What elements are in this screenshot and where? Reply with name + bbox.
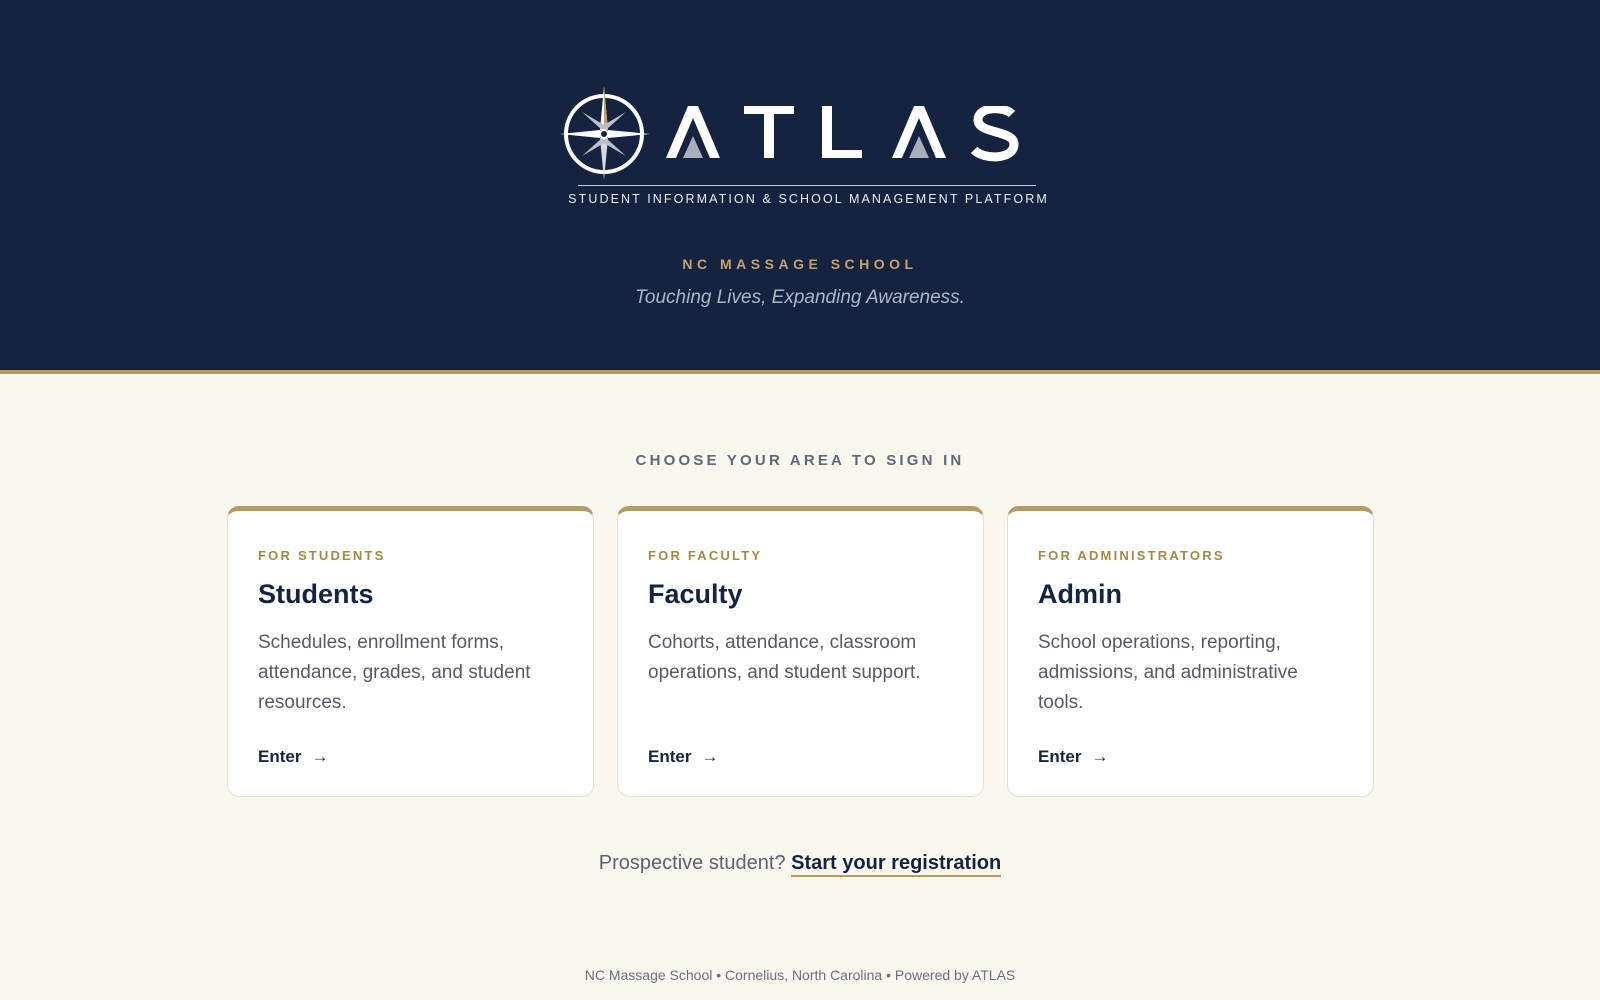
prospective-prompt: Prospective student? Start your registra…: [0, 852, 1600, 877]
card-eyebrow: FOR STUDENTS: [258, 548, 386, 563]
students-card[interactable]: FOR STUDENTS Students Schedules, enrollm…: [227, 506, 594, 797]
students-enter-button[interactable]: Enter →: [258, 747, 328, 767]
enter-label: Enter: [258, 747, 302, 766]
atlas-wordmark: [666, 106, 1019, 162]
admin-enter-button[interactable]: Enter →: [1038, 747, 1108, 767]
section-heading: CHOOSE YOUR AREA TO SIGN IN: [635, 452, 965, 469]
card-title: Faculty: [648, 579, 743, 609]
faculty-enter-button[interactable]: Enter →: [648, 747, 718, 767]
faculty-card[interactable]: FOR FACULTY Faculty Cohorts, attendance,…: [617, 506, 984, 797]
prospective-label: Prospective student?: [598, 852, 786, 874]
school-motto: Touching Lives, Expanding Awareness.: [635, 287, 965, 308]
arrow-right-icon: →: [701, 747, 719, 766]
card-eyebrow: FOR ADMINISTRATORS: [1038, 548, 1225, 563]
logo-tagline: STUDENT INFORMATION & SCHOOL MANAGEMENT …: [568, 192, 1049, 206]
card-title: Students: [258, 579, 374, 609]
atlas-logo: STUDENT INFORMATION & SCHOOL MANAGEMENT …: [560, 82, 1047, 212]
enter-label: Enter: [648, 747, 692, 766]
compass-rose-icon: [560, 86, 650, 180]
arrow-right-icon: →: [1091, 747, 1109, 766]
card-title: Admin: [1038, 579, 1122, 609]
card-description: School operations, reporting, admissions…: [1038, 632, 1298, 713]
enter-label: Enter: [1038, 747, 1082, 766]
card-description: Schedules, enrollment forms, attendance,…: [258, 632, 531, 713]
page-footer: NC Massage School • Cornelius, North Car…: [584, 967, 1016, 983]
school-name: NC MASSAGE SCHOOL: [682, 256, 918, 272]
logo-divider: [578, 185, 1036, 186]
card-eyebrow: FOR FACULTY: [648, 548, 763, 563]
start-registration-link[interactable]: Start your registration: [791, 852, 1002, 877]
hero-header: STUDENT INFORMATION & SCHOOL MANAGEMENT …: [0, 0, 1600, 374]
admin-card[interactable]: FOR ADMINISTRATORS Admin School operatio…: [1007, 506, 1374, 797]
card-description: Cohorts, attendance, classroom operation…: [648, 632, 921, 683]
arrow-right-icon: →: [311, 747, 329, 766]
